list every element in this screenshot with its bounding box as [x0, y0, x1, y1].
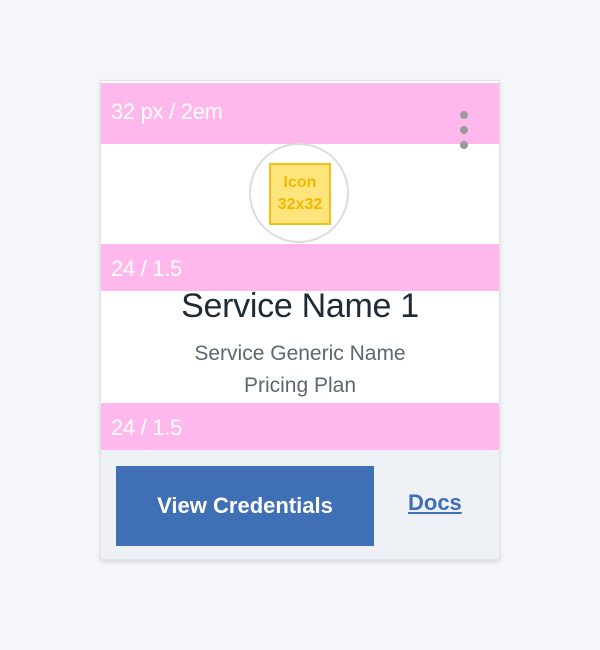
pricing-plan: Pricing Plan [243, 374, 357, 397]
service-icon-label-line1: Icon [283, 174, 317, 191]
spacer-bottom-label: 24 / 1.5 [111, 415, 182, 440]
overflow-menu-icon[interactable] [458, 111, 470, 155]
service-generic-name: Service Generic Name [194, 342, 406, 365]
service-name: Service Name 1 [181, 287, 419, 325]
service-icon-label-line2: 32x32 [277, 196, 323, 213]
service-card: 32 px / 2em Icon 32x32 24 / 1.5 Service … [100, 80, 500, 560]
spacer-mid: 24 / 1.5 [101, 244, 499, 291]
view-credentials-button[interactable]: View Credentials [116, 466, 374, 546]
overflow-dot [460, 126, 468, 134]
spacer-bottom: 24 / 1.5 [101, 403, 499, 450]
docs-link[interactable]: Docs [408, 490, 462, 516]
service-icon-circle: Icon 32x32 [249, 143, 349, 243]
spacer-top: 32 px / 2em [101, 83, 499, 144]
spacer-mid-label: 24 / 1.5 [111, 256, 182, 281]
service-icon: Icon 32x32 [269, 163, 331, 225]
card-footer: View Credentials Docs [101, 450, 499, 559]
spacer-top-label: 32 px / 2em [111, 99, 223, 124]
overflow-dot [460, 111, 468, 119]
overflow-dot [460, 141, 468, 149]
